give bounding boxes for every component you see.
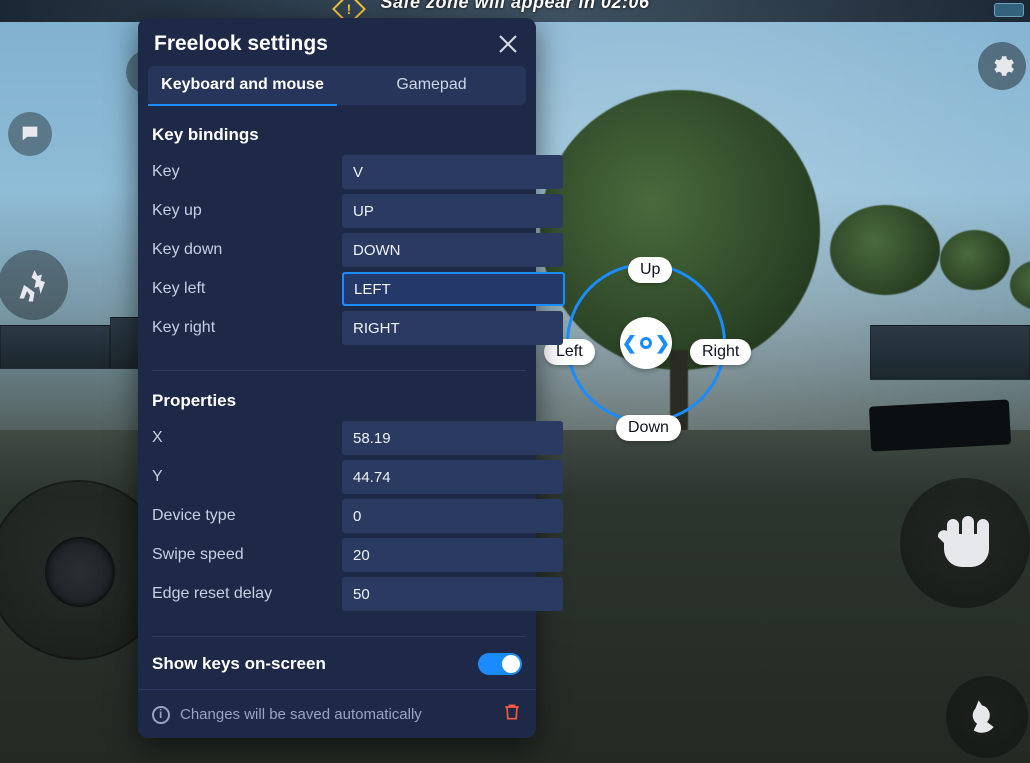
label-key-right: Key right <box>152 319 342 337</box>
label-key-down: Key down <box>152 241 342 259</box>
input-edge-reset-delay[interactable] <box>342 577 563 611</box>
input-key-down[interactable] <box>342 233 563 267</box>
chevron-left-icon: ❮ <box>622 333 637 354</box>
label-key: Key <box>152 163 342 181</box>
label-swipe-speed: Swipe speed <box>152 546 342 564</box>
input-key-left[interactable] <box>342 272 565 306</box>
chat-button[interactable] <box>8 112 52 156</box>
building <box>0 325 110 369</box>
input-key-right[interactable] <box>342 311 563 345</box>
toggle-knob <box>502 655 520 673</box>
row-key-left: Key left <box>152 272 522 306</box>
toggle-show-keys[interactable] <box>478 653 522 675</box>
input-x[interactable] <box>342 421 563 455</box>
label-key-up: Key up <box>152 202 342 220</box>
building <box>870 325 1030 380</box>
joystick-thumb[interactable] <box>45 537 115 607</box>
freelook-label-down[interactable]: Down <box>616 415 681 441</box>
label-key-left: Key left <box>152 280 342 298</box>
settings-gear-button[interactable] <box>978 42 1026 90</box>
label-x: X <box>152 429 342 447</box>
freelook-label-right[interactable]: Right <box>690 339 751 365</box>
mounted-gun <box>869 399 1011 451</box>
palm-tree <box>940 230 1010 290</box>
freelook-settings-panel: Freelook settings Keyboard and mouse Gam… <box>138 18 536 738</box>
row-y: Y <box>152 460 522 494</box>
freelook-overlay[interactable]: ❮ ❯ Up Down Left Right <box>556 263 736 443</box>
label-y: Y <box>152 468 342 486</box>
tab-gamepad[interactable]: Gamepad <box>337 66 526 105</box>
row-edge-reset-delay: Edge reset delay <box>152 577 522 611</box>
section-title-key-bindings: Key bindings <box>152 125 522 145</box>
fire-button[interactable] <box>946 676 1028 758</box>
label-edge-reset-delay: Edge reset delay <box>152 585 342 603</box>
row-key: Key <box>152 155 522 189</box>
input-key[interactable] <box>342 155 563 189</box>
info-icon <box>152 706 170 724</box>
freelook-eye-icon <box>640 337 652 349</box>
freelook-label-up[interactable]: Up <box>628 257 672 283</box>
row-x: X <box>152 421 522 455</box>
panel-tabs: Keyboard and mouse Gamepad <box>148 66 526 105</box>
tab-keyboard-mouse[interactable]: Keyboard and mouse <box>148 66 337 106</box>
input-y[interactable] <box>342 460 563 494</box>
input-key-up[interactable] <box>342 194 563 228</box>
row-key-right: Key right <box>152 311 522 345</box>
sprint-button[interactable] <box>0 250 68 320</box>
palm-tree <box>1010 260 1030 310</box>
input-swipe-speed[interactable] <box>342 538 563 572</box>
row-device-type: Device type <box>152 499 522 533</box>
freelook-center-handle[interactable]: ❮ ❯ <box>620 317 672 369</box>
chevron-right-icon: ❯ <box>655 333 670 354</box>
label-device-type: Device type <box>152 507 342 525</box>
row-key-up: Key up <box>152 194 522 228</box>
attack-button[interactable] <box>900 478 1030 608</box>
panel-title: Freelook settings <box>154 32 328 56</box>
row-swipe-speed: Swipe speed <box>152 538 522 572</box>
close-icon[interactable] <box>496 32 520 56</box>
palm-tree <box>830 205 940 295</box>
label-show-keys: Show keys on-screen <box>152 654 326 674</box>
safe-zone-timer: Safe zone will appear in 02:06 <box>380 0 649 13</box>
map-indicator[interactable] <box>994 3 1024 17</box>
row-show-keys-on-screen: Show keys on-screen <box>138 637 536 689</box>
input-device-type[interactable] <box>342 499 563 533</box>
delete-button[interactable] <box>502 702 522 727</box>
row-key-down: Key down <box>152 233 522 267</box>
section-title-properties: Properties <box>152 391 522 411</box>
autosave-message: Changes will be saved automatically <box>180 706 492 723</box>
